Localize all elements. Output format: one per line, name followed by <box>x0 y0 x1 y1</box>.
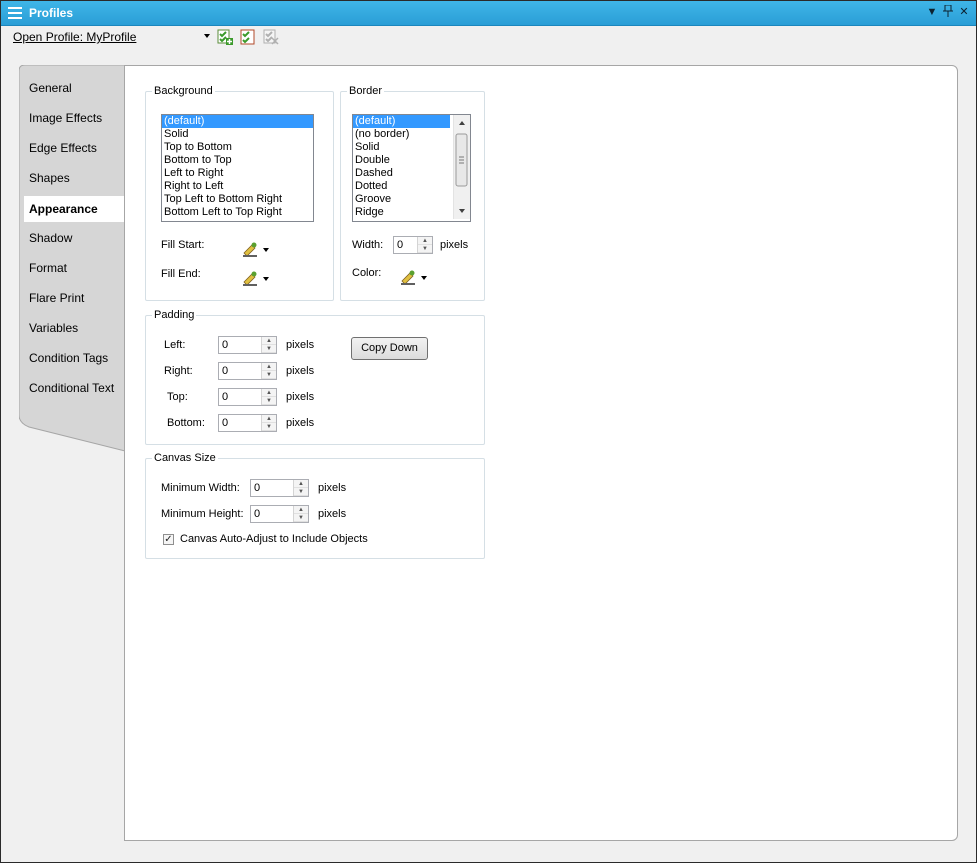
tab-strip: General Image Effects Edge Effects Shape… <box>19 65 125 455</box>
fill-end-label: Fill End: <box>161 268 201 280</box>
background-group: Background (default) Solid Top to Bottom… <box>145 85 334 301</box>
list-item[interactable]: Right to Left <box>162 180 313 193</box>
tab-flare-print[interactable]: Flare Print <box>29 287 125 309</box>
tab-condition-tags[interactable]: Condition Tags <box>29 347 125 369</box>
min-height-value: 0 <box>254 508 261 520</box>
list-item[interactable]: Solid <box>162 128 313 141</box>
border-color-label: Color: <box>352 267 382 279</box>
padding-left-label: Left: <box>164 339 186 351</box>
padding-top-label: Top: <box>167 391 188 403</box>
window-menu-icon[interactable] <box>8 7 22 19</box>
fill-end-color-picker-icon[interactable] <box>242 270 272 286</box>
padding-top-unit: pixels <box>286 391 315 403</box>
border-color-picker-icon[interactable] <box>400 269 430 285</box>
padding-top-value: 0 <box>222 391 229 403</box>
stepper-arrows[interactable]: ▲ ▼ <box>293 506 308 522</box>
tab-conditional-text[interactable]: Conditional Text <box>29 377 125 399</box>
tab-shapes[interactable]: Shapes <box>29 167 125 189</box>
window-title: Profiles <box>29 6 74 20</box>
tab-general[interactable]: General <box>29 77 125 99</box>
profile-editor: General Image Effects Edge Effects Shape… <box>19 65 958 841</box>
min-width-unit: pixels <box>318 482 347 494</box>
tab-shadow[interactable]: Shadow <box>29 227 125 249</box>
border-width-unit: pixels <box>440 239 469 251</box>
padding-right-value: 0 <box>222 365 229 377</box>
stepper-arrows[interactable]: ▲ ▼ <box>417 237 432 253</box>
list-item[interactable]: Top Left to Bottom Right <box>162 193 313 206</box>
min-width-value: 0 <box>254 482 261 494</box>
close-icon[interactable]: ✕ <box>957 5 971 19</box>
padding-left-stepper[interactable]: 0 ▲ ▼ <box>218 336 277 354</box>
auto-adjust-checkbox[interactable]: ✓ <box>163 534 174 545</box>
appearance-page: Background (default) Solid Top to Bottom… <box>124 65 958 841</box>
auto-adjust-label[interactable]: Canvas Auto-Adjust to Include Objects <box>180 533 368 545</box>
edit-profile-icon[interactable] <box>240 29 256 45</box>
list-item[interactable]: Left to Right <box>162 167 313 180</box>
padding-top-stepper[interactable]: 0 ▲ ▼ <box>218 388 277 406</box>
padding-bottom-value: 0 <box>222 417 229 429</box>
border-width-value: 0 <box>397 239 404 251</box>
min-height-unit: pixels <box>318 508 347 520</box>
pin-icon[interactable] <box>941 4 955 19</box>
dropdown-icon[interactable]: ▼ <box>925 5 939 19</box>
border-width-stepper[interactable]: 0 ▲ ▼ <box>393 236 433 254</box>
list-item[interactable]: (default) <box>353 115 450 128</box>
border-list[interactable]: (default) (no border) Solid Double Dashe… <box>352 114 471 222</box>
min-height-stepper[interactable]: 0 ▲ ▼ <box>250 505 309 523</box>
padding-group: Padding Left: 0 ▲ ▼ pixels Right: 0 ▲ ▼ pi… <box>145 309 485 445</box>
background-list[interactable]: (default) Solid Top to Bottom Bottom to … <box>161 114 314 222</box>
profile-toolbar: Open Profile: MyProfile <box>1 26 976 50</box>
min-width-label: Minimum Width: <box>161 482 240 494</box>
border-group: Border (default) (no border) Solid Doubl… <box>340 85 485 301</box>
tab-image-effects[interactable]: Image Effects <box>29 107 125 129</box>
padding-right-stepper[interactable]: 0 ▲ ▼ <box>218 362 277 380</box>
tab-variables[interactable]: Variables <box>29 317 125 339</box>
padding-right-unit: pixels <box>286 365 315 377</box>
padding-left-value: 0 <box>222 339 229 351</box>
list-item[interactable]: (default) <box>162 115 313 128</box>
copy-down-button[interactable]: Copy Down <box>351 337 428 360</box>
background-legend: Background <box>152 85 215 97</box>
canvas-size-group: Canvas Size Minimum Width: 0 ▲ ▼ pixels M… <box>145 452 485 559</box>
fill-start-color-picker-icon[interactable] <box>242 241 272 257</box>
padding-legend: Padding <box>152 309 197 321</box>
border-width-label: Width: <box>352 239 384 251</box>
chevron-down-icon[interactable] <box>203 32 211 40</box>
tab-edge-effects[interactable]: Edge Effects <box>29 137 125 159</box>
profiles-window: Profiles ▼ ✕ Open Profile: MyProfile Gen… <box>0 0 977 863</box>
border-legend: Border <box>347 85 385 97</box>
padding-left-unit: pixels <box>286 339 315 351</box>
min-height-label: Minimum Height: <box>161 508 244 520</box>
stepper-arrows[interactable]: ▲ ▼ <box>261 337 276 353</box>
stepper-arrows[interactable]: ▲ ▼ <box>261 415 276 431</box>
tab-format[interactable]: Format <box>29 257 125 279</box>
border-list-scrollbar[interactable] <box>453 115 470 219</box>
padding-right-label: Right: <box>164 365 193 377</box>
padding-bottom-label: Bottom: <box>167 417 205 429</box>
new-profile-icon[interactable] <box>217 29 233 45</box>
padding-bottom-unit: pixels <box>286 417 315 429</box>
stepper-arrows[interactable]: ▲ ▼ <box>261 389 276 405</box>
canvas-size-legend: Canvas Size <box>152 452 218 464</box>
list-item[interactable]: Top to Bottom <box>162 141 313 154</box>
stepper-arrows[interactable]: ▲ ▼ <box>293 480 308 496</box>
title-bar: Profiles ▼ ✕ <box>1 1 976 26</box>
list-item[interactable]: Bottom Left to Top Right <box>162 206 313 219</box>
padding-bottom-stepper[interactable]: 0 ▲ ▼ <box>218 414 277 432</box>
list-item[interactable]: Bottom to Top <box>162 154 313 167</box>
stepper-arrows[interactable]: ▲ ▼ <box>261 363 276 379</box>
min-width-stepper[interactable]: 0 ▲ ▼ <box>250 479 309 497</box>
fill-start-label: Fill Start: <box>161 239 205 251</box>
remove-profile-icon[interactable] <box>263 29 279 45</box>
open-profile-link[interactable]: Open Profile: MyProfile <box>13 30 136 44</box>
tab-appearance[interactable]: Appearance <box>24 196 125 222</box>
